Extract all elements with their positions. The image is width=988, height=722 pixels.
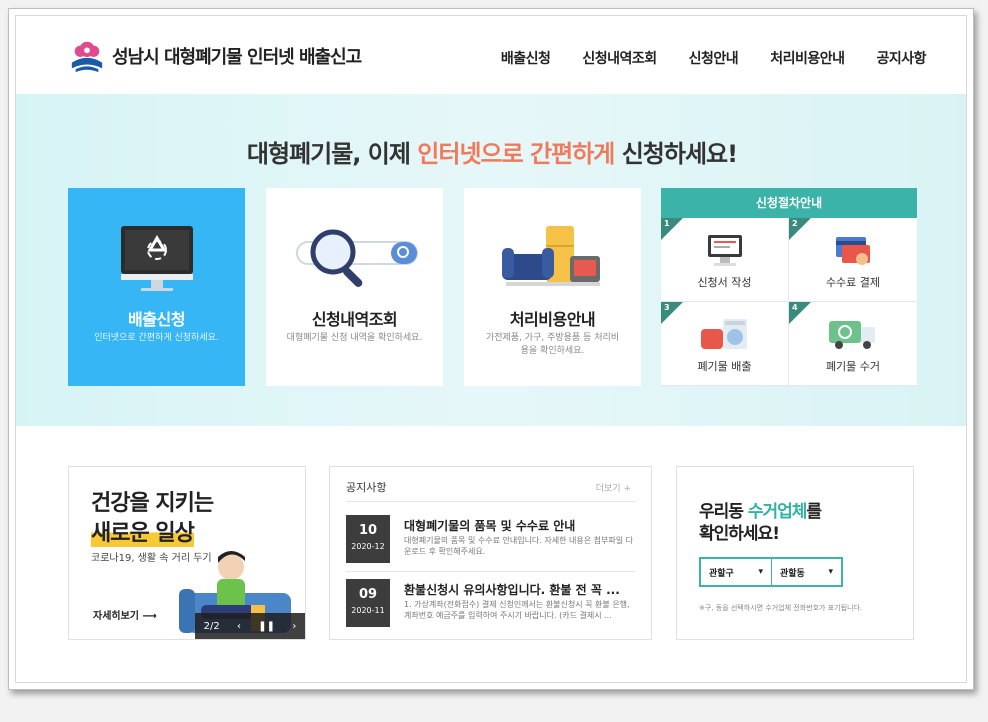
card-fee-desc: 가전제품, 가구, 주방용품 등 처리비용을 확인하세요. [485,333,620,356]
district-gu-select[interactable]: 관할구 ▾ [701,559,771,585]
process-panel: 신청절차안내 1 신청서 작성 2 수수료 결제 3 폐기물 배출 4 폐기물 … [661,188,917,386]
step-label: 신청서 작성 [697,276,752,289]
notice-yearmonth: 2020-12 [351,542,385,551]
nav-guide[interactable]: 신청안내 [689,48,739,68]
notice-item-title: 환불신청시 유의사항입니다. 환불 전 꼭 ... [404,583,620,597]
notice-yearmonth: 2020-11 [351,606,385,615]
step-number: 4 [792,303,798,312]
notice-separator [346,571,635,572]
hero-title-post: 신청하세요! [614,140,738,168]
garbage-truck-icon [789,314,917,354]
hero-title: 대형폐기물, 이제 인터넷으로 간편하게 신청하세요! [16,134,966,169]
notice-divider [346,501,635,502]
city-emblem-icon [71,41,103,73]
page-frame: 성남시 대형폐기물 인터넷 배출신고 배출신청 신청내역조회 신청안내 처리비용… [8,8,974,690]
banner-line2: 새로운 일상 [91,515,195,547]
notice-day: 10 [358,523,378,538]
appliance-disposal-icon [661,314,788,354]
step-number: 2 [792,219,798,228]
card-apply-desc: 인터넷으로 간편하게 신청하세요. [94,333,219,343]
notice-item-desc: 대형폐기물의 품목 및 수수료 안내입니다. 자세한 내용은 첨부파일 다운로드… [404,536,633,556]
notice-title: 공지사항 [346,481,387,494]
chevron-left-icon[interactable]: ‹ [237,621,241,632]
notice-item[interactable]: 09 2020-11 환불신청시 유의사항입니다. 환불 전 꼭 ... 1. … [346,579,635,633]
nav-fee[interactable]: 처리비용안내 [770,48,845,68]
district-gu-label: 관할구 [709,568,734,579]
card-history[interactable]: 신청내역조회 대형폐기물 신청 내역을 확인하세요. [266,188,443,386]
process-title: 신청절차안내 [661,188,917,218]
caret-down-icon: ▾ [828,567,833,577]
notice-item-title: 대형폐기물의 품목 및 수수료 안내 [404,519,576,533]
hauler-lookup-panel: 우리동 수거업체를 확인하세요! 관할구 ▾ 관할동 ▾ ※구, 동을 선택하시면 … [676,466,914,640]
banner-slider-controls: 2/2 ‹ ❚❚ › [195,613,305,639]
notice-item-desc: 1. 가상계좌(전화접수) 결제 신청인께서는 환불신청시 꼭 환불 은행,계좌… [404,600,630,620]
main-nav: 배출신청 신청내역조회 신청안내 처리비용안내 공지사항 [469,48,927,68]
step-label: 폐기물 배출 [697,360,752,373]
notice-day: 09 [358,587,378,602]
hero-title-highlight: 인터넷으로 간편하게 [417,140,615,168]
card-apply-title: 배출신청 [128,310,185,329]
card-fee[interactable]: 처리비용안내 가전제품, 가구, 주방용품 등 처리비용을 확인하세요. [464,188,641,386]
banner-more-label: 자세히보기 [93,611,139,622]
hauler-heading-line2: 확인하세요! [699,524,780,544]
nav-notice[interactable]: 공지사항 [876,48,926,68]
page-inner: 성남시 대형폐기물 인터넷 배출신고 배출신청 신청내역조회 신청안내 처리비용… [15,15,967,683]
district-dong-label: 관할동 [780,568,805,579]
step-label: 수수료 결제 [825,276,881,289]
step-number: 3 [664,303,670,312]
site-title: 성남시 대형폐기물 인터넷 배출신고 [112,47,362,68]
card-fee-title: 처리비용안내 [509,310,596,329]
banner-line1: 건강을 지키는 [91,491,214,516]
hauler-heading-post: 를 [806,502,822,522]
process-step-1: 1 신청서 작성 [661,218,789,302]
computer-form-icon [661,230,788,270]
step-label: 폐기물 수거 [825,360,881,373]
search-magnifier-icon [266,218,443,298]
card-apply[interactable]: 배출신청 인터넷으로 간편하게 신청하세요. [68,188,245,386]
chevron-right-icon[interactable]: › [292,621,296,632]
monitor-recycle-icon [68,218,245,298]
banner-pager: 2/2 [203,620,220,632]
nav-history[interactable]: 신청내역조회 [582,48,657,68]
site-logo[interactable]: 성남시 대형폐기물 인터넷 배출신고 [68,38,362,74]
notice-date: 10 2020-12 [346,515,390,563]
district-selects: 관할구 ▾ 관할동 ▾ [699,557,843,587]
notice-date: 09 2020-11 [346,579,390,627]
notice-more-link[interactable]: 더보기 + [596,481,631,494]
hero-section: 대형폐기물, 이제 인터넷으로 간편하게 신청하세요! 배출신청 인터넷으로 간… [16,94,966,426]
credit-card-icon [789,230,917,270]
notice-panel: 공지사항 더보기 + 10 2020-12 대형폐기물의 품목 및 수수료 안내… [329,466,652,640]
nav-apply[interactable]: 배출신청 [501,48,551,68]
card-history-title: 신청내역조회 [311,310,398,329]
hero-title-pre: 대형폐기물, 이제 [246,140,418,168]
caret-down-icon: ▾ [758,567,763,577]
notice-item[interactable]: 10 2020-12 대형폐기물의 품목 및 수수료 안내 대형폐기물의 품목 … [346,515,635,569]
process-step-2: 2 수수료 결제 [789,218,917,302]
pause-icon[interactable]: ❚❚ [258,621,275,632]
process-step-3: 3 폐기물 배출 [661,302,789,386]
covid-banner[interactable]: 건강을 지키는 새로운 일상 코로나19, 생활 속 거리 두기 자세히보기 ⟶… [68,466,306,640]
banner-more-link[interactable]: 자세히보기 ⟶ [93,607,157,622]
district-dong-select[interactable]: 관할동 ▾ [771,559,841,585]
step-number: 1 [664,219,670,228]
header: 성남시 대형폐기물 인터넷 배출신고 배출신청 신청내역조회 신청안내 처리비용… [16,16,966,94]
card-history-desc: 대형폐기물 신청 내역을 확인하세요. [286,333,423,343]
furniture-appliances-icon [464,218,641,298]
process-step-4: 4 폐기물 수거 [789,302,917,386]
hauler-note: ※구, 동을 선택하시면 수거업체 전화번호가 표기됩니다. [699,604,863,612]
arrow-right-icon: ⟶ [142,611,157,622]
